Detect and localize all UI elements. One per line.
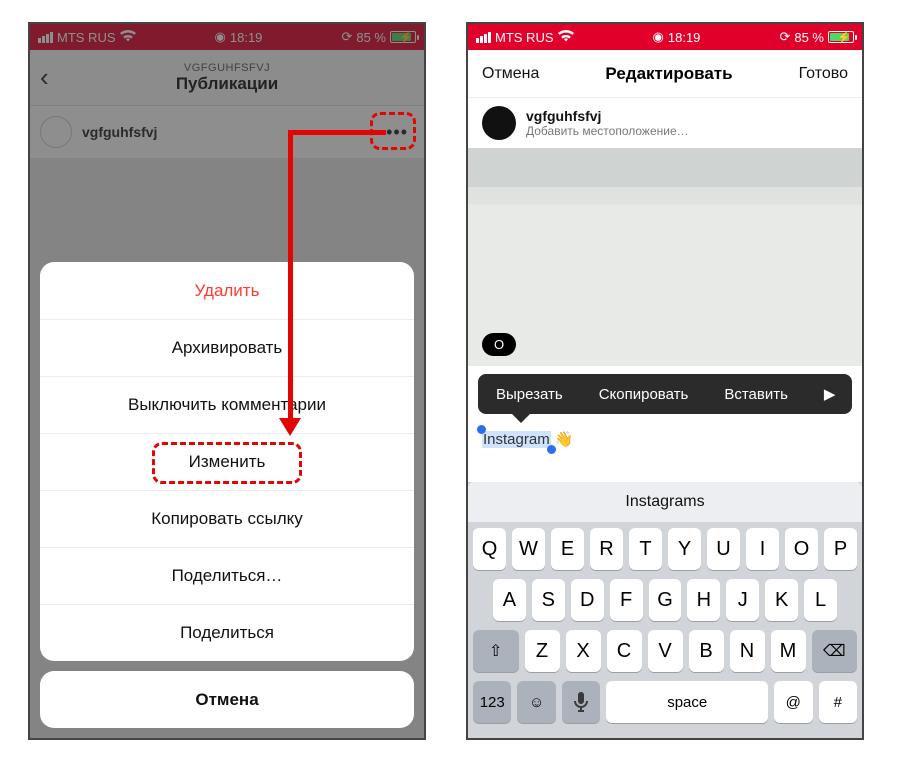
alarm-icon: ◉ [653,29,664,45]
caption-input[interactable]: Instagram 👋 [482,430,573,448]
callout-arrow-head [279,418,301,436]
key-c[interactable]: C [607,630,642,672]
post-username[interactable]: vgfguhfsfvj [526,108,689,124]
sheet-cancel[interactable]: Отмена [40,671,414,728]
key-e[interactable]: E [551,528,584,570]
key-emoji[interactable]: ☺ [517,681,555,723]
selected-text: Instagram [482,431,551,448]
done-button[interactable]: Готово [799,65,848,83]
sheet-archive[interactable]: Архивировать [40,319,414,376]
keyboard-suggestion[interactable]: Instagrams [468,482,862,522]
key-l[interactable]: L [804,579,837,621]
key-t[interactable]: T [629,528,662,570]
key-d[interactable]: D [571,579,604,621]
key-hash[interactable]: # [819,681,857,723]
key-m[interactable]: M [771,630,806,672]
signal-icon [476,32,491,43]
key-w[interactable]: W [512,528,545,570]
carrier-label: MTS RUS [495,30,554,45]
key-s[interactable]: S [532,579,565,621]
key-g[interactable]: G [649,579,682,621]
key-k[interactable]: K [765,579,798,621]
tag-pill[interactable]: О [482,333,516,356]
edit-nav-bar: Отмена Редактировать Готово [468,50,862,98]
key-a[interactable]: A [493,579,526,621]
page-title: Редактировать [605,64,732,84]
key-h[interactable]: H [687,579,720,621]
sheet-share[interactable]: Поделиться [40,604,414,661]
menu-cut[interactable]: Вырезать [478,374,581,414]
clock-time: 18:19 [668,30,701,45]
key-space[interactable]: space [606,681,768,723]
text-edit-menu: Вырезать Скопировать Вставить ▶ [478,374,852,414]
key-n[interactable]: N [730,630,765,672]
avatar[interactable] [482,106,516,140]
key-r[interactable]: R [590,528,623,570]
key-shift[interactable]: ⇧ [473,630,519,672]
menu-paste[interactable]: Вставить [706,374,806,414]
selection-handle[interactable] [547,445,556,454]
key-f[interactable]: F [610,579,643,621]
cancel-button[interactable]: Отмена [482,65,539,83]
battery-pct: 85 % [794,30,824,45]
key-j[interactable]: J [726,579,759,621]
key-u[interactable]: U [707,528,740,570]
sheet-mute-comments[interactable]: Выключить комментарии [40,376,414,433]
key-i[interactable]: I [746,528,779,570]
battery-icon: ⚡ [828,31,854,43]
sheet-delete[interactable]: Удалить [40,262,414,319]
add-location-button[interactable]: Добавить местоположение… [526,124,689,138]
menu-more-icon[interactable]: ▶ [806,374,854,414]
post-meta: vgfguhfsfvj Добавить местоположение… [468,98,862,148]
key-q[interactable]: Q [473,528,506,570]
key-mic[interactable] [562,681,600,723]
callout-arrow [290,130,386,135]
key-y[interactable]: Y [668,528,701,570]
rotation-lock-icon: ⟳ [779,29,790,45]
key-b[interactable]: B [689,630,724,672]
caption-emoji: 👋 [555,430,574,448]
key-backspace[interactable]: ⌫ [812,630,858,672]
key-v[interactable]: V [648,630,683,672]
selection-handle[interactable] [477,425,486,434]
callout-edit-item [152,442,302,484]
key-o[interactable]: O [785,528,818,570]
key-z[interactable]: Z [525,630,560,672]
action-sheet: Удалить Архивировать Выключить комментар… [40,262,414,728]
key-x[interactable]: X [566,630,601,672]
key-at[interactable]: @ [774,681,812,723]
sheet-copy-link[interactable]: Копировать ссылку [40,490,414,547]
phone-left: MTS RUS ◉ 18:19 ⟳ 85 % ⚡ ‹ VGFGUHFSFVJ П… [28,22,426,740]
status-bar: MTS RUS ◉ 18:19 ⟳ 85 % ⚡ [468,24,862,50]
sheet-edit[interactable]: Изменить [40,433,414,490]
sheet-share-ellipsis[interactable]: Поделиться… [40,547,414,604]
post-photo[interactable]: О [468,148,862,366]
phone-right: MTS RUS ◉ 18:19 ⟳ 85 % ⚡ Отмена Редактир… [466,22,864,740]
key-p[interactable]: P [824,528,857,570]
keyboard: Instagrams QWERTYUIOP ASDFGHJKL ⇧ZXCVBNM… [468,482,862,738]
menu-copy[interactable]: Скопировать [581,374,707,414]
key-123[interactable]: 123 [473,681,511,723]
wifi-icon [558,30,574,45]
callout-arrow [288,130,293,420]
